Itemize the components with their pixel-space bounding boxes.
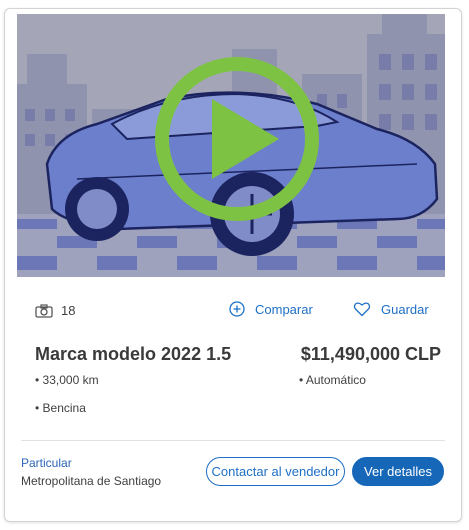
compare-button[interactable]: Comparar	[229, 301, 313, 317]
car-illustration	[17, 14, 445, 277]
seller-type: Particular	[21, 456, 72, 470]
save-button[interactable]: Guardar	[353, 301, 429, 317]
listing-card[interactable]: 18 Comparar Guardar Marca modelo 2022 1.…	[4, 8, 462, 522]
spec-transmission: • Automático	[299, 373, 366, 387]
photo-count-value: 18	[61, 303, 76, 318]
seller-location: Metropolitana de Santiago	[21, 474, 162, 488]
divider	[21, 440, 445, 441]
spec-mileage: • 33,000 km	[35, 373, 99, 387]
heart-icon	[353, 302, 371, 317]
compare-label: Comparar	[255, 301, 313, 317]
vehicle-price: $11,490,000 CLP	[300, 344, 441, 364]
view-details-button[interactable]: Ver detalles	[352, 457, 444, 486]
save-label: Guardar	[381, 301, 429, 317]
vehicle-video-thumbnail[interactable]	[17, 14, 445, 277]
camera-icon	[35, 303, 53, 318]
contact-seller-button[interactable]: Contactar al vendedor	[206, 457, 345, 486]
vehicle-title: Marca modelo 2022 1.5	[35, 344, 232, 364]
listing-actions-row: 18 Comparar Guardar	[35, 299, 437, 325]
plus-circle-icon	[229, 301, 245, 317]
spec-fuel: • Bencina	[35, 401, 86, 415]
photo-count: 18	[35, 303, 75, 318]
